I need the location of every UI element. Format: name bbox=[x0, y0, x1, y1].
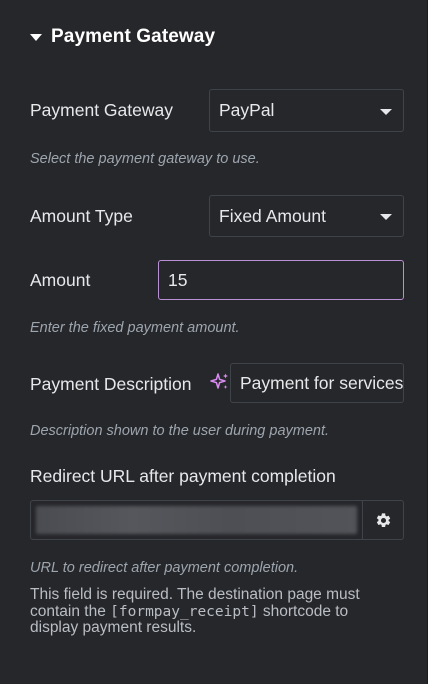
shortcode: [formpay_receipt] bbox=[110, 603, 259, 620]
amount-type-select-value: Fixed Amount bbox=[219, 205, 326, 226]
gateway-select-value: PayPal bbox=[219, 100, 275, 120]
ai-sparkle-icon[interactable] bbox=[210, 372, 230, 392]
caret-down-icon bbox=[30, 34, 42, 41]
settings-panel: Payment Gateway Payment Gateway PayPal S… bbox=[0, 0, 428, 684]
description-input[interactable]: Payment for services bbox=[230, 363, 404, 403]
gateway-label: Payment Gateway bbox=[30, 100, 173, 120]
description-input-value: Payment for services bbox=[240, 372, 404, 393]
amount-hint: Enter the fixed payment amount. bbox=[30, 320, 240, 336]
section-toggle[interactable]: Payment Gateway bbox=[30, 26, 215, 48]
section-title: Payment Gateway bbox=[51, 26, 216, 47]
amount-label: Amount bbox=[30, 270, 91, 290]
description-hint: Description shown to the user during pay… bbox=[30, 423, 330, 439]
redirect-settings-button[interactable] bbox=[362, 500, 404, 540]
amount-type-select[interactable]: Fixed Amount bbox=[209, 195, 404, 237]
gear-icon bbox=[376, 512, 390, 527]
description-label: Payment Description bbox=[30, 374, 192, 394]
redirect-note: This field is required. The destination … bbox=[30, 586, 400, 637]
redirect-url-input[interactable] bbox=[30, 500, 362, 540]
redirect-hint: URL to redirect after payment completion… bbox=[30, 560, 299, 576]
gateway-select[interactable]: PayPal bbox=[209, 89, 404, 132]
chevron-down-icon bbox=[380, 108, 392, 115]
amount-input[interactable]: 15 bbox=[158, 260, 404, 300]
chevron-down-icon bbox=[380, 214, 392, 220]
redacted-url bbox=[36, 506, 357, 534]
gateway-hint: Select the payment gateway to use. bbox=[30, 151, 260, 167]
redirect-label: Redirect URL after payment completion bbox=[30, 466, 336, 486]
amount-type-label: Amount Type bbox=[30, 206, 133, 226]
amount-input-value: 15 bbox=[168, 269, 188, 290]
